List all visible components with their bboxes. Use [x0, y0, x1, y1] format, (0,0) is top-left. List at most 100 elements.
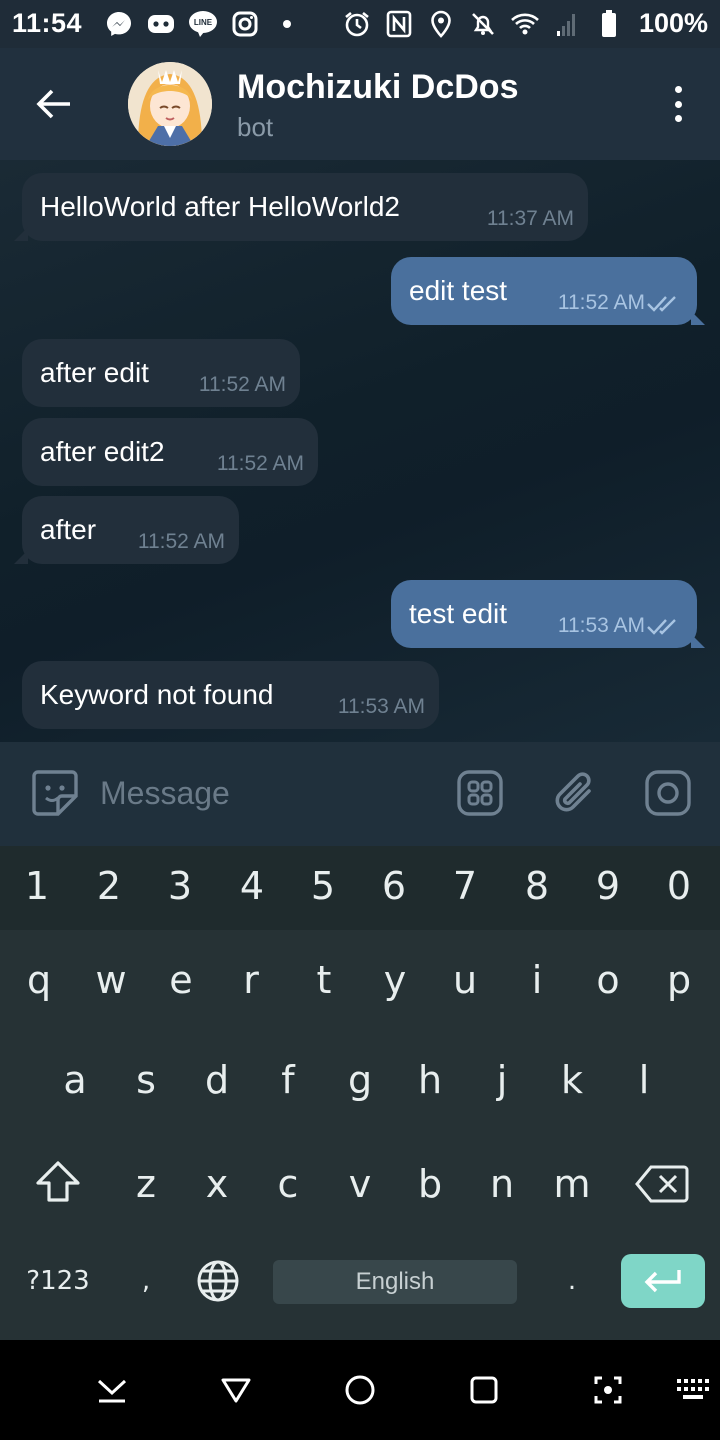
message-bubble[interactable]: HelloWorld after HelloWorld2 11:37 AM	[14, 173, 588, 241]
backspace-icon	[635, 1165, 689, 1203]
key-e[interactable]: e	[157, 958, 205, 1002]
backspace-key[interactable]	[634, 1164, 690, 1208]
signal-icon	[552, 9, 582, 39]
shift-key[interactable]	[30, 1160, 86, 1210]
sticker-icon	[32, 770, 78, 816]
key-1[interactable]: 1	[15, 864, 59, 908]
message-bubble[interactable]: test edit 11:53 AM	[391, 580, 705, 648]
key-5[interactable]: 5	[301, 864, 345, 908]
message-time: 11:53 AM	[337, 695, 425, 718]
message-list[interactable]: HelloWorld after HelloWorld2 11:37 AM ed…	[0, 160, 720, 742]
status-bar: 11:54 LINE 100%	[0, 0, 720, 48]
paperclip-icon	[555, 772, 591, 812]
language-key[interactable]	[195, 1259, 241, 1305]
back-nav-button[interactable]	[216, 1370, 256, 1410]
recents-button[interactable]	[464, 1370, 504, 1410]
key-k[interactable]: k	[548, 1058, 596, 1102]
sticker-button[interactable]	[30, 768, 80, 818]
location-icon	[426, 9, 456, 39]
home-button[interactable]	[340, 1370, 380, 1410]
key-9[interactable]: 9	[586, 864, 630, 908]
home-circle-icon	[345, 1375, 375, 1405]
key-y[interactable]: y	[371, 958, 419, 1002]
message-composer	[0, 742, 720, 846]
key-w[interactable]: w	[87, 958, 135, 1002]
key-i[interactable]: i	[513, 958, 561, 1002]
key-j[interactable]: j	[478, 1058, 526, 1102]
enter-icon	[644, 1270, 681, 1293]
key-3[interactable]: 3	[158, 864, 202, 908]
message-bubble[interactable]: edit test 11:52 AM	[391, 257, 705, 325]
battery-icon	[594, 9, 624, 39]
alarm-icon	[342, 9, 372, 39]
key-q[interactable]: q	[15, 958, 63, 1002]
message-bubble[interactable]: after edit 11:52 AM	[22, 339, 300, 407]
key-z[interactable]: z	[122, 1162, 170, 1206]
symbols-key[interactable]: ?123	[20, 1266, 96, 1296]
space-key[interactable]: English	[273, 1260, 517, 1304]
read-checks-icon	[647, 619, 676, 635]
avatar[interactable]	[128, 62, 212, 146]
bubble-tail	[14, 550, 28, 564]
message-text: after	[40, 514, 97, 545]
enter-key[interactable]	[621, 1254, 705, 1308]
bubble-tail	[14, 227, 28, 241]
back-button[interactable]	[26, 76, 82, 132]
key-8[interactable]: 8	[515, 864, 559, 908]
mute-icon	[468, 9, 498, 39]
grid-icon	[457, 770, 503, 816]
key-h[interactable]: h	[406, 1058, 454, 1102]
message-time: 11:52 AM	[137, 530, 225, 553]
key-f[interactable]: f	[264, 1058, 312, 1102]
key-n[interactable]: n	[478, 1162, 526, 1206]
message-bubble[interactable]: Keyword not found 11:53 AM	[22, 661, 439, 729]
key-0[interactable]: 0	[657, 864, 701, 908]
key-b[interactable]: b	[406, 1162, 454, 1206]
period-key[interactable]: .	[560, 1266, 584, 1296]
navigation-bar	[0, 1340, 720, 1440]
key-p[interactable]: p	[655, 958, 703, 1002]
message-time: 11:53 AM	[557, 614, 645, 637]
message-bubble[interactable]: after 11:52 AM	[14, 496, 239, 564]
key-4[interactable]: 4	[230, 864, 274, 908]
key-u[interactable]: u	[441, 958, 489, 1002]
key-t[interactable]: t	[300, 958, 348, 1002]
key-6[interactable]: 6	[372, 864, 416, 908]
key-c[interactable]: c	[264, 1162, 312, 1206]
key-x[interactable]: x	[193, 1162, 241, 1206]
key-2[interactable]: 2	[87, 864, 131, 908]
attach-button[interactable]	[550, 768, 600, 818]
key-g[interactable]: g	[336, 1058, 384, 1102]
key-s[interactable]: s	[122, 1058, 170, 1102]
key-r[interactable]: r	[227, 958, 275, 1002]
key-m[interactable]: m	[548, 1162, 596, 1206]
instagram-icon	[230, 9, 260, 39]
status-time: 11:54	[12, 8, 83, 38]
chat-title[interactable]: Mochizuki DcDos	[237, 68, 518, 107]
bubble-tail	[691, 311, 705, 325]
recents-square-icon	[470, 1376, 498, 1404]
menu-dot	[674, 115, 682, 122]
key-l[interactable]: l	[620, 1058, 668, 1102]
keyboard-icon	[677, 1379, 709, 1399]
key-d[interactable]: d	[193, 1058, 241, 1102]
camera-button[interactable]	[643, 768, 693, 818]
screenshot-button[interactable]	[588, 1370, 628, 1410]
key-v[interactable]: v	[336, 1162, 384, 1206]
message-bubble[interactable]: after edit2 11:52 AM	[22, 418, 318, 486]
key-7[interactable]: 7	[443, 864, 487, 908]
bot-commands-button[interactable]	[455, 768, 505, 818]
message-time: 11:52 AM	[198, 373, 286, 396]
message-text: HelloWorld after HelloWorld2	[40, 191, 400, 222]
dot-icon	[272, 9, 302, 39]
key-a[interactable]: a	[51, 1058, 99, 1102]
keyboard-switch-button[interactable]	[674, 1370, 714, 1410]
key-o[interactable]: o	[584, 958, 632, 1002]
message-input[interactable]	[100, 768, 440, 818]
more-options-button[interactable]	[666, 82, 690, 126]
hide-keyboard-button[interactable]	[92, 1370, 132, 1410]
triangle-back-icon	[221, 1378, 251, 1403]
back-arrow-icon	[36, 89, 70, 119]
comma-key[interactable]: ,	[134, 1266, 158, 1296]
on-screen-keyboard: 1 2 3 4 5 6 7 8 9 0 q w e r t y u i o p …	[0, 846, 720, 1340]
